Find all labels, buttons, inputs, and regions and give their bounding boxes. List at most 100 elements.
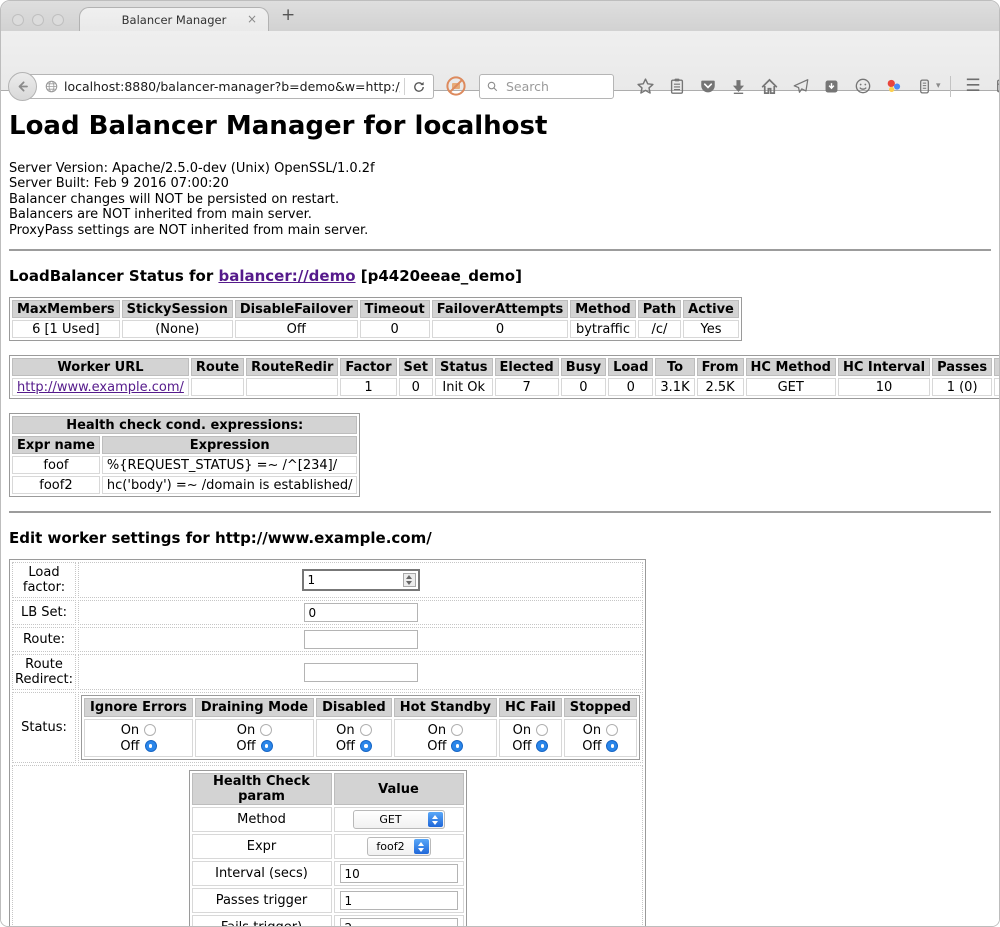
table-cell: 2 (0) xyxy=(994,378,1000,396)
close-window-button[interactable] xyxy=(12,14,24,26)
table-cell: 0 xyxy=(608,378,653,396)
interval-input[interactable] xyxy=(340,864,458,883)
page-content: Load Balancer Manager for localhost Serv… xyxy=(1,91,999,927)
send-tab-icon[interactable] xyxy=(791,76,811,96)
passes-input[interactable] xyxy=(340,891,458,910)
radio-off-label: Off xyxy=(336,739,355,754)
table-cell: 0 xyxy=(360,320,430,338)
back-button[interactable] xyxy=(8,72,37,101)
form-row-load-factor: Load factor: xyxy=(12,562,643,598)
url-bar[interactable]: localhost:8880/balancer-manager?b=demo&w… xyxy=(22,74,434,99)
table-cell: 10 xyxy=(838,378,930,396)
radio-off-label: Off xyxy=(582,739,601,754)
number-spinner-icon[interactable] xyxy=(403,573,416,587)
hc-fail-off-radio[interactable] xyxy=(536,740,548,752)
bookmark-star-icon[interactable] xyxy=(636,76,656,96)
minimize-window-button[interactable] xyxy=(32,14,44,26)
load-factor-stepper[interactable] xyxy=(302,569,420,591)
form-row-route: Route: xyxy=(12,627,643,652)
table-cell: (None) xyxy=(122,320,233,338)
hc-expressions-title: Health check cond. expressions: xyxy=(12,416,357,434)
divider xyxy=(9,249,991,251)
table-cell: %{REQUEST_STATUS} =~ /^[234]/ xyxy=(102,456,358,474)
table-cell: 3.1K xyxy=(655,378,694,396)
route-input[interactable] xyxy=(304,630,418,649)
load-factor-input[interactable] xyxy=(304,573,418,587)
chat-smiley-icon[interactable] xyxy=(853,76,873,96)
select-stepper-icon xyxy=(414,839,429,854)
lb-set-input[interactable] xyxy=(304,603,418,622)
sidebar-panel-icon[interactable] xyxy=(915,76,935,96)
worker-url-link[interactable]: http://www.example.com/ xyxy=(17,380,184,395)
loadbalancer-status-heading: LoadBalancer Status for balancer://demo … xyxy=(9,267,991,285)
downloads-icon[interactable] xyxy=(729,76,749,96)
interval-label: Interval (secs) xyxy=(192,861,332,886)
chevron-down-icon[interactable]: ▾ xyxy=(936,81,941,91)
pocket-icon[interactable] xyxy=(698,76,718,96)
url-text[interactable]: localhost:8880/balancer-manager?b=demo&w… xyxy=(64,79,400,94)
hot-standby-on-radio[interactable] xyxy=(451,724,463,736)
back-arrow-icon xyxy=(15,79,30,94)
column-header: Passes xyxy=(932,358,992,376)
fails-input[interactable] xyxy=(340,918,458,927)
method-select[interactable]: GET xyxy=(353,810,445,829)
table-cell: 6 [1 Used] xyxy=(12,320,120,338)
ignore-errors-off-radio[interactable] xyxy=(145,740,157,752)
plugin-blocked-icon[interactable] xyxy=(445,75,467,97)
column-header: Status xyxy=(435,358,493,376)
load-factor-label: Load factor: xyxy=(12,562,76,598)
health-check-param-table: Health Check param Value Method GET xyxy=(189,770,467,927)
tab-close-icon[interactable]: × xyxy=(247,13,257,25)
radio-on-label: On xyxy=(336,723,354,738)
draining-mode-on-radio[interactable] xyxy=(260,724,272,736)
column-header: Method xyxy=(570,300,635,318)
disabled-off-radio[interactable] xyxy=(360,740,372,752)
lb-set-label: LB Set: xyxy=(12,600,76,625)
hc-fail-on-radio[interactable] xyxy=(536,724,548,736)
disabled-on-radio[interactable] xyxy=(360,724,372,736)
radio-off-label: Off xyxy=(427,739,446,754)
ignore-errors-on-radio[interactable] xyxy=(144,724,156,736)
radio-on-label: On xyxy=(583,723,601,738)
search-input[interactable] xyxy=(504,78,594,95)
column-header: Factor xyxy=(340,358,396,376)
column-header: MaxMembers xyxy=(12,300,120,318)
column-header: RouteRedir xyxy=(246,358,338,376)
stopped-off-radio[interactable] xyxy=(606,740,618,752)
hc-expressions-table: Health check cond. expressions: Expr nam… xyxy=(9,413,360,497)
stopped-on-radio[interactable] xyxy=(606,724,618,736)
new-tab-button[interactable]: + xyxy=(281,5,295,25)
expr-select[interactable]: foof2 xyxy=(367,837,431,856)
reading-list-icon[interactable] xyxy=(667,76,687,96)
column-header: Hot Standby xyxy=(394,698,497,717)
balancer-demo-link[interactable]: balancer://demo xyxy=(218,267,355,285)
home-icon[interactable] xyxy=(760,76,780,96)
draining-mode-off-radio[interactable] xyxy=(261,740,273,752)
save-page-icon[interactable] xyxy=(822,76,842,96)
tab-balancer-manager[interactable]: Balancer Manager × xyxy=(79,7,269,32)
browser-window: Balancer Manager × + localhost:8880/bala… xyxy=(0,0,1000,927)
reload-icon[interactable] xyxy=(412,80,426,94)
proxypass-notice-line: ProxyPass settings are NOT inherited fro… xyxy=(9,223,991,238)
form-row-lb-set: LB Set: xyxy=(12,600,643,625)
column-header: To xyxy=(655,358,694,376)
toolbar-icons: ▾ ☰ xyxy=(630,75,1000,97)
route-redirect-input[interactable] xyxy=(304,663,418,682)
hot-standby-off-radio[interactable] xyxy=(451,740,463,752)
menu-hamburger-icon[interactable]: ☰ xyxy=(963,76,983,96)
method-label: Method xyxy=(192,807,332,832)
zoom-window-button[interactable] xyxy=(52,14,64,26)
extension-dots-icon[interactable] xyxy=(884,76,904,96)
route-redirect-label: Route Redirect: xyxy=(12,654,76,690)
table-row: Fails trigger) xyxy=(192,915,464,927)
column-header: DisableFailover xyxy=(235,300,358,318)
table-cell: http://www.example.com/ xyxy=(12,378,189,396)
search-bar[interactable] xyxy=(479,74,614,99)
column-header: Set xyxy=(399,358,433,376)
tiles-grid-icon[interactable] xyxy=(994,76,1000,96)
table-cell xyxy=(246,378,338,396)
radio-on-label: On xyxy=(237,723,255,738)
column-header: Health Check param xyxy=(192,773,332,805)
table-cell: Off xyxy=(235,320,358,338)
navigation-toolbar: localhost:8880/balancer-manager?b=demo&w… xyxy=(1,31,999,91)
